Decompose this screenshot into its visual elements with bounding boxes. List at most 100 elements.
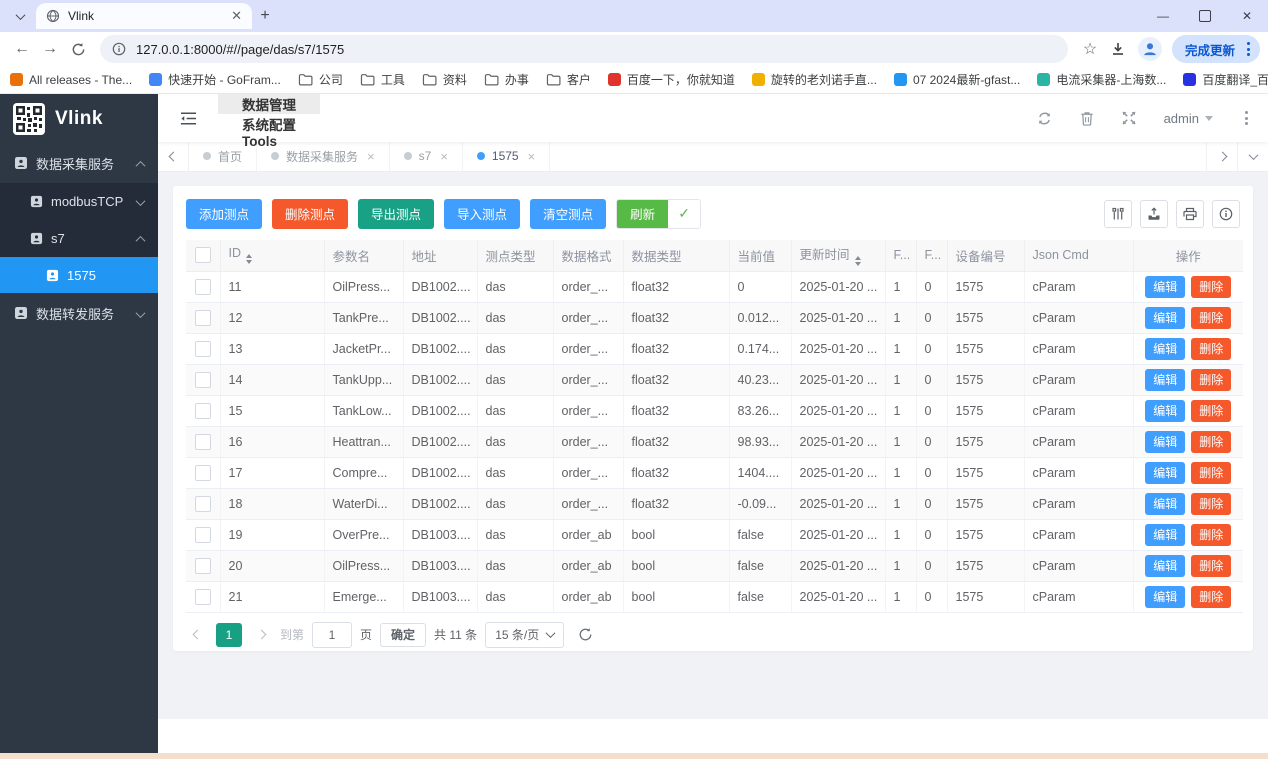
edit-button[interactable]: 编辑	[1145, 368, 1186, 391]
toolbar-button[interactable]: 导入测点	[444, 198, 521, 229]
reload-icon[interactable]	[64, 35, 92, 63]
delete-button[interactable]: 删除	[1191, 523, 1232, 546]
tab-close-icon[interactable]: ✕	[231, 8, 242, 24]
top-nav-item[interactable]: 数据管理	[218, 94, 320, 114]
browser-tab[interactable]: Vlink ✕	[36, 3, 252, 29]
edit-button[interactable]: 编辑	[1145, 399, 1186, 422]
edit-button[interactable]: 编辑	[1145, 523, 1186, 546]
toolbar-button[interactable]: 添加测点	[186, 198, 263, 229]
row-checkbox[interactable]	[194, 557, 211, 574]
edit-button[interactable]: 编辑	[1145, 554, 1186, 577]
delete-button[interactable]: 删除	[1191, 554, 1232, 577]
delete-button[interactable]: 删除	[1191, 399, 1232, 422]
export-icon[interactable]	[1140, 199, 1168, 228]
edit-button[interactable]: 编辑	[1145, 585, 1186, 608]
edit-button[interactable]: 编辑	[1145, 337, 1186, 360]
menu-fold-icon[interactable]	[158, 94, 218, 142]
delete-button[interactable]: 删除	[1191, 306, 1232, 329]
minimize-button[interactable]: —	[1142, 1, 1184, 31]
bookmark-item[interactable]: 旋转的老刘诺手直...	[751, 71, 877, 88]
bookmark-item[interactable]: 百度翻译_百度搜索	[1183, 71, 1268, 88]
tab-close-icon[interactable]: ×	[367, 149, 375, 164]
bookmark-item[interactable]: 客户	[546, 71, 591, 88]
profile-avatar[interactable]	[1137, 37, 1162, 61]
goto-page-input[interactable]	[312, 621, 353, 648]
sort-icon[interactable]	[246, 254, 252, 265]
bookmark-item[interactable]: All releases - The...	[10, 73, 132, 87]
bookmark-item[interactable]: 公司	[298, 71, 343, 88]
sidebar-item-s7[interactable]: s7	[0, 220, 158, 257]
sidebar-item-forward[interactable]: 数据转发服务	[0, 293, 158, 333]
bookmark-item[interactable]: 百度一下，你就知道	[607, 71, 735, 88]
bookmark-item[interactable]: 快速开始 - GoFram...	[149, 71, 281, 88]
prev-page-icon[interactable]	[186, 623, 208, 647]
page-size-select[interactable]: 15 条/页	[485, 621, 565, 648]
toolbar-button[interactable]: 导出测点	[358, 198, 435, 229]
row-checkbox[interactable]	[194, 433, 211, 450]
user-menu[interactable]: admin	[1164, 111, 1213, 126]
delete-button[interactable]: 删除	[1191, 492, 1232, 515]
row-checkbox[interactable]	[194, 495, 211, 512]
bookmark-item[interactable]: 资料	[422, 71, 467, 88]
column-header[interactable]: 更新时间	[791, 239, 886, 272]
refresh-icon[interactable]	[1037, 111, 1052, 126]
page-tab[interactable]: 1575 ×	[463, 142, 551, 171]
tab-search-icon[interactable]	[8, 4, 32, 28]
tab-close-icon[interactable]: ×	[440, 149, 448, 164]
url-bar[interactable]: 127.0.0.1:8000/#//page/das/s7/1575	[100, 35, 1068, 63]
back-icon[interactable]: ←	[8, 35, 36, 63]
tabs-scroll-left-icon[interactable]	[158, 142, 189, 171]
delete-button[interactable]: 删除	[1191, 368, 1232, 391]
row-checkbox[interactable]	[194, 340, 211, 357]
bookmark-item[interactable]: 电流采集器-上海数...	[1037, 71, 1166, 88]
next-page-icon[interactable]	[250, 623, 272, 647]
sidebar-item-1575[interactable]: 1575	[0, 257, 158, 293]
row-checkbox[interactable]	[194, 526, 211, 543]
top-nav-item[interactable]: 系统配置	[218, 114, 320, 134]
page-tab[interactable]: s7 ×	[390, 142, 463, 171]
fullscreen-icon[interactable]	[1122, 111, 1136, 125]
sidebar-item-das[interactable]: 数据采集服务	[0, 143, 158, 183]
bookmark-item[interactable]: 07 2024最新-gfast...	[893, 71, 1020, 88]
more-icon[interactable]	[1241, 111, 1252, 125]
chrome-update-button[interactable]: 完成更新	[1171, 35, 1260, 63]
row-checkbox[interactable]	[194, 464, 211, 481]
top-nav-item[interactable]: Tools	[218, 134, 320, 149]
browser-menu-icon[interactable]	[1243, 42, 1254, 56]
trash-icon[interactable]	[1080, 111, 1094, 126]
sidebar-item-modbustcp[interactable]: modbusTCP	[0, 183, 158, 220]
bookmark-star-icon[interactable]: ☆	[1076, 35, 1104, 63]
table-refresh-icon[interactable]	[578, 627, 593, 642]
row-checkbox[interactable]	[194, 588, 211, 605]
delete-button[interactable]: 删除	[1191, 337, 1232, 360]
edit-button[interactable]: 编辑	[1145, 306, 1186, 329]
bookmark-item[interactable]: 工具	[360, 71, 405, 88]
row-checkbox[interactable]	[194, 309, 211, 326]
edit-button[interactable]: 编辑	[1145, 430, 1186, 453]
maximize-button[interactable]	[1184, 1, 1226, 31]
edit-button[interactable]: 编辑	[1145, 275, 1186, 298]
row-checkbox[interactable]	[194, 371, 211, 388]
current-page[interactable]: 1	[216, 622, 242, 647]
refresh-button[interactable]: 刷新	[617, 199, 669, 228]
delete-button[interactable]: 删除	[1191, 585, 1232, 608]
column-header[interactable]: ID	[220, 239, 325, 272]
close-button[interactable]: ✕	[1226, 1, 1268, 31]
sort-icon[interactable]	[854, 256, 861, 267]
site-info-icon[interactable]	[112, 42, 126, 56]
delete-button[interactable]: 删除	[1191, 430, 1232, 453]
forward-icon[interactable]: →	[36, 35, 64, 63]
edit-button[interactable]: 编辑	[1145, 492, 1186, 515]
select-all-checkbox[interactable]	[194, 247, 211, 264]
tab-close-icon[interactable]: ×	[528, 149, 536, 164]
goto-confirm-button[interactable]: 确定	[380, 622, 427, 647]
downloads-icon[interactable]	[1104, 35, 1132, 63]
tabs-menu-icon[interactable]	[1237, 142, 1268, 171]
row-checkbox[interactable]	[194, 402, 211, 419]
print-icon[interactable]	[1176, 199, 1204, 228]
delete-button[interactable]: 删除	[1191, 275, 1232, 298]
bookmark-item[interactable]: 办事	[484, 71, 529, 88]
column-display-icon[interactable]	[1104, 199, 1132, 228]
toolbar-button[interactable]: 删除测点	[272, 198, 349, 229]
auto-refresh-check[interactable]: ✓	[668, 199, 701, 228]
